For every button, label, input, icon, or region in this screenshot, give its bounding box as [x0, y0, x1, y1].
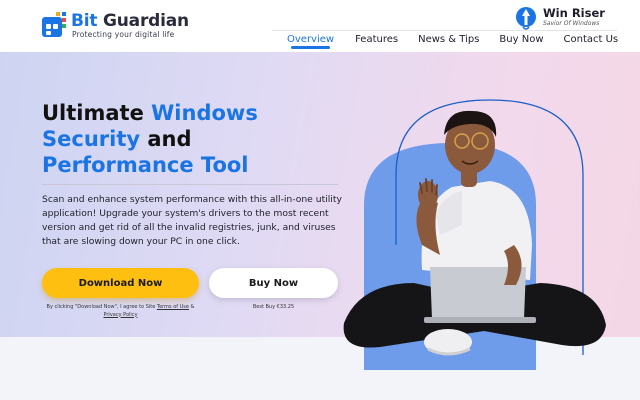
disclaimer-amp: & — [188, 304, 195, 310]
hero-title-part: Security — [42, 127, 141, 151]
hero-title: Ultimate Windows Security and Performanc… — [42, 100, 302, 178]
price-note: Best Buy €33.25 — [252, 304, 295, 310]
nav-item-features[interactable]: Features — [355, 34, 398, 48]
download-disclaimer: By clicking "Download Now", I agree to S… — [42, 304, 199, 319]
hero-illustration — [343, 99, 606, 370]
hero-divider — [42, 184, 338, 185]
nav-item-label: News & Tips — [418, 34, 480, 45]
nav-active-underline — [291, 46, 331, 49]
bit-guardian-logo-icon — [42, 12, 66, 37]
nav-item-label: Features — [355, 34, 399, 45]
hero-title-part: and — [140, 127, 192, 151]
hero-description: Scan and enhance system performance with… — [42, 194, 342, 247]
product-badge: Win Riser Savior Of Windows — [515, 5, 625, 31]
nav-item-contact-us[interactable]: Contact Us — [564, 34, 619, 48]
nav-item-label: Contact Us — [563, 34, 619, 45]
nav-item-label: Overview — [287, 34, 335, 45]
privacy-policy-link[interactable]: Privacy Policy — [103, 312, 137, 318]
brand-name: Bit Guardian — [71, 11, 189, 31]
nav-item-label: Buy Now — [499, 34, 544, 45]
download-now-button[interactable]: Download Now — [42, 268, 199, 298]
product-title: Win Riser — [543, 6, 605, 20]
bit-guardian-logo[interactable]: Bit Guardian Protecting your digital lif… — [42, 11, 192, 42]
buy-now-button[interactable]: Buy Now — [209, 268, 338, 298]
brand-name-guardian: Guardian — [103, 11, 189, 31]
hero-title-part: Windows — [151, 101, 258, 125]
brand-name-bit: Bit — [71, 11, 98, 31]
nav-item-news-tips[interactable]: News & Tips — [418, 34, 479, 48]
nav-item-overview[interactable]: Overview — [287, 34, 335, 49]
product-subtitle: Savior Of Windows — [543, 20, 600, 27]
disclaimer-text: By clicking "Download Now", I agree to S… — [46, 304, 157, 310]
site-header: Bit Guardian Protecting your digital lif… — [0, 0, 640, 52]
hero-title-part: Performance Tool — [42, 153, 249, 177]
nav-item-buy-now[interactable]: Buy Now — [499, 34, 543, 48]
nav-divider — [272, 30, 617, 31]
brand-tagline: Protecting your digital life — [72, 30, 175, 39]
win-riser-rocket-icon — [516, 7, 536, 30]
main-nav: Overview Features News & Tips Buy Now Co… — [287, 34, 619, 49]
hero-title-part: Ultimate — [42, 101, 152, 125]
terms-of-use-link[interactable]: Terms of Use — [157, 304, 189, 310]
